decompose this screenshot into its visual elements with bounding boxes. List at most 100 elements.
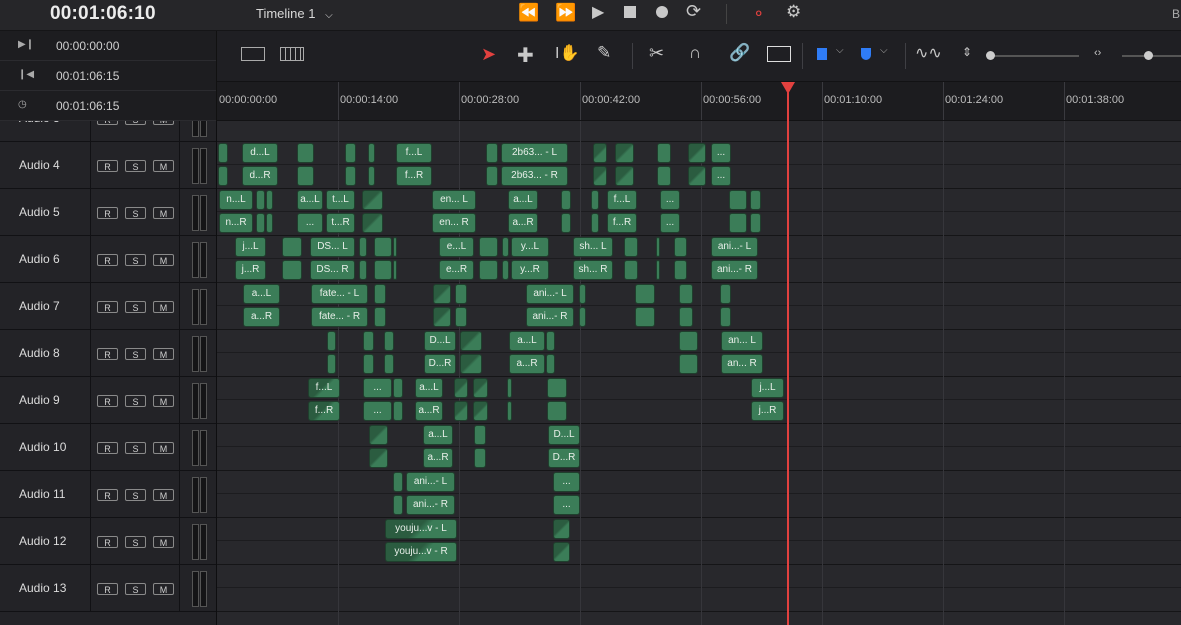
audio-clip[interactable] bbox=[327, 354, 336, 374]
audio-clip[interactable] bbox=[624, 260, 638, 280]
audio-clip[interactable]: a...L bbox=[423, 425, 453, 445]
audio-clip[interactable] bbox=[688, 143, 706, 163]
track-lane[interactable] bbox=[217, 121, 1181, 142]
audio-clip[interactable] bbox=[635, 307, 655, 327]
audio-clip[interactable]: j...R bbox=[235, 260, 266, 280]
audio-clip[interactable]: f...R bbox=[396, 166, 432, 186]
range-select-icon[interactable]: ✚ bbox=[517, 43, 534, 68]
audio-clip[interactable] bbox=[657, 166, 671, 186]
audio-clip[interactable] bbox=[635, 284, 655, 304]
audio-clip[interactable] bbox=[507, 378, 512, 398]
audio-clip[interactable] bbox=[374, 237, 392, 257]
audio-clip[interactable]: ... bbox=[553, 472, 580, 492]
audio-clip[interactable]: a...L bbox=[508, 190, 538, 210]
audio-clip[interactable] bbox=[657, 143, 671, 163]
audio-clip[interactable] bbox=[547, 401, 567, 421]
record-arm-button[interactable]: R bbox=[97, 395, 118, 407]
solo-button[interactable]: S bbox=[125, 121, 146, 125]
track-height-zoom-icon[interactable]: ⇕ bbox=[962, 45, 972, 59]
audio-clip[interactable]: youju...v - L bbox=[385, 519, 457, 539]
audio-clip[interactable] bbox=[486, 166, 498, 186]
audio-clip[interactable] bbox=[368, 166, 375, 186]
audio-clip[interactable] bbox=[460, 354, 482, 374]
audio-clip[interactable] bbox=[674, 237, 687, 257]
record-arm-button[interactable]: R bbox=[97, 160, 118, 172]
flag-dropdown-icon[interactable]: ⌵ bbox=[836, 45, 844, 56]
audio-clip[interactable] bbox=[359, 237, 367, 257]
audio-clip[interactable]: D...L bbox=[548, 425, 580, 445]
audio-clip[interactable] bbox=[750, 190, 761, 210]
stop-icon[interactable] bbox=[624, 6, 636, 18]
audio-clip[interactable]: ... bbox=[363, 378, 392, 398]
audio-clip[interactable]: j...L bbox=[751, 378, 784, 398]
audio-clip[interactable] bbox=[720, 307, 731, 327]
grid-view-icon[interactable] bbox=[280, 47, 304, 61]
audio-clip[interactable] bbox=[345, 166, 356, 186]
audio-clip[interactable]: a...R bbox=[415, 401, 443, 421]
audio-clip[interactable]: ani...- L bbox=[406, 472, 455, 492]
mute-button[interactable]: M bbox=[153, 442, 174, 454]
audio-clip[interactable] bbox=[561, 190, 571, 210]
audio-clip[interactable] bbox=[546, 354, 555, 374]
solo-button[interactable]: S bbox=[125, 348, 146, 360]
track-lane[interactable] bbox=[217, 471, 1181, 518]
audio-clip[interactable]: t...L bbox=[326, 190, 355, 210]
mute-button[interactable]: M bbox=[153, 301, 174, 313]
audio-clip[interactable] bbox=[327, 331, 336, 351]
mute-button[interactable]: M bbox=[153, 536, 174, 548]
solo-button[interactable]: S bbox=[125, 442, 146, 454]
audio-clip[interactable]: en... L bbox=[432, 190, 476, 210]
audio-clip[interactable] bbox=[729, 190, 747, 210]
settings-icon[interactable]: ⚙ bbox=[786, 2, 801, 22]
track-lane[interactable] bbox=[217, 565, 1181, 612]
audio-clip[interactable] bbox=[502, 237, 509, 257]
audio-clip[interactable]: n...R bbox=[219, 213, 253, 233]
audio-clip[interactable] bbox=[393, 472, 403, 492]
audio-clip[interactable] bbox=[433, 307, 451, 327]
audio-clip[interactable]: ani...- R bbox=[526, 307, 574, 327]
audio-clip[interactable]: sh... L bbox=[573, 237, 613, 257]
audio-clip[interactable]: ani...- R bbox=[406, 495, 455, 515]
link-icon[interactable]: 🔗 bbox=[729, 43, 750, 63]
audio-clip[interactable] bbox=[393, 401, 403, 421]
audio-clip[interactable] bbox=[369, 425, 388, 445]
audio-clip[interactable] bbox=[479, 237, 498, 257]
timeline-selector[interactable]: Timeline 1 ⌵ bbox=[256, 6, 333, 21]
fast-forward-icon[interactable]: ⏩ bbox=[555, 3, 576, 23]
audio-clip[interactable] bbox=[362, 213, 383, 233]
track-header[interactable]: Audio 9 RSM bbox=[0, 377, 216, 424]
track-header[interactable]: Audio 10 R S M bbox=[0, 424, 216, 471]
audio-clip[interactable] bbox=[454, 378, 468, 398]
audio-clip[interactable]: f...R bbox=[607, 213, 637, 233]
track-header[interactable]: Audio 4 RSM bbox=[0, 142, 216, 189]
audio-clip[interactable] bbox=[374, 307, 386, 327]
mute-button[interactable]: M bbox=[153, 254, 174, 266]
audio-clip[interactable]: ... bbox=[297, 213, 323, 233]
audio-clip[interactable] bbox=[282, 260, 302, 280]
audio-clip[interactable]: a...R bbox=[509, 354, 545, 374]
audio-clip[interactable]: an... L bbox=[721, 331, 763, 351]
audio-clip[interactable]: fate... - L bbox=[311, 284, 368, 304]
audio-clip[interactable]: ... bbox=[660, 190, 680, 210]
audio-clip[interactable] bbox=[266, 190, 273, 210]
audio-clip[interactable] bbox=[474, 425, 486, 445]
track-header[interactable]: Audio 5 RSM bbox=[0, 189, 216, 236]
rewind-icon[interactable]: ⏪ bbox=[518, 3, 539, 23]
audio-clip[interactable] bbox=[679, 307, 693, 327]
record-arm-button[interactable]: R bbox=[97, 301, 118, 313]
horizontal-zoom-slider[interactable] bbox=[1122, 51, 1181, 60]
playhead-handle[interactable] bbox=[781, 82, 795, 94]
audio-clip[interactable]: DS... L bbox=[310, 237, 355, 257]
audio-clip[interactable] bbox=[553, 542, 570, 562]
track-lane[interactable] bbox=[217, 330, 1181, 377]
record-arm-button[interactable]: R bbox=[97, 536, 118, 548]
mute-button[interactable]: M bbox=[153, 583, 174, 595]
audio-clip[interactable] bbox=[363, 354, 374, 374]
audio-clip[interactable] bbox=[591, 190, 599, 210]
solo-button[interactable]: S bbox=[125, 301, 146, 313]
record-arm-button[interactable]: R bbox=[97, 489, 118, 501]
audio-clip[interactable]: ani...- L bbox=[526, 284, 574, 304]
audio-clip[interactable]: f...L bbox=[308, 378, 340, 398]
audio-clip[interactable]: d...R bbox=[242, 166, 278, 186]
audio-clip[interactable] bbox=[656, 237, 660, 257]
